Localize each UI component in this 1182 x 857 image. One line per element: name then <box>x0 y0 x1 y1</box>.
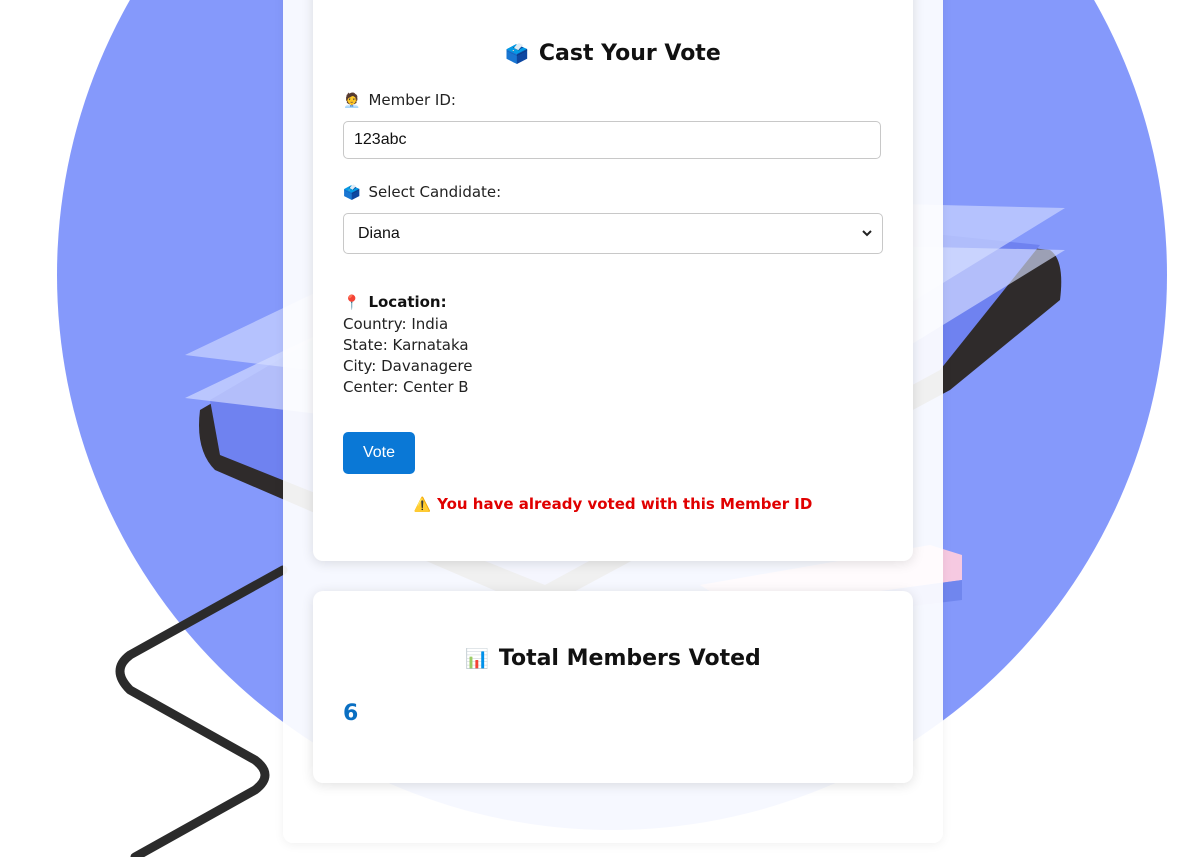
vote-card-title: 🗳️ Cast Your Vote <box>313 41 913 66</box>
total-votes-title: 📊 Total Members Voted <box>313 646 913 671</box>
member-id-label-text: Member ID: <box>368 91 456 109</box>
vote-button[interactable]: Vote <box>343 432 415 474</box>
location-country: Country: India <box>343 315 449 333</box>
candidate-select[interactable]: Diana <box>343 213 883 254</box>
pushpin-icon: 📍 <box>343 295 361 311</box>
member-id-value: 123abc <box>354 131 407 148</box>
bar-chart-icon: 📊 <box>465 648 489 670</box>
member-id-input[interactable]: 123abc <box>343 121 881 159</box>
location-block: 📍 Location: Country: India State: Karnata… <box>343 292 472 398</box>
candidate-label: 🗳️ Select Candidate: <box>343 183 501 201</box>
member-id-label: 🧑‍💼 Member ID: <box>343 91 456 109</box>
vote-title-text: Cast Your Vote <box>538 41 721 66</box>
chevron-down-icon <box>862 230 872 237</box>
location-state: State: Karnataka <box>343 336 469 354</box>
person-icon: 🧑‍💼 <box>343 93 361 109</box>
warning-text: You have already voted with this Member … <box>437 495 813 513</box>
page: 🗳️ Cast Your Vote 🧑‍💼 Member ID: 123abc 🗳️… <box>0 0 1182 857</box>
location-heading: 📍 Location: <box>343 292 472 314</box>
already-voted-warning: ⚠️ You have already voted with this Membe… <box>313 495 913 513</box>
ballot-box-icon: 🗳️ <box>505 43 529 65</box>
warning-icon: ⚠️ <box>413 497 432 513</box>
total-votes-count: 6 <box>343 701 359 726</box>
ballot-box-icon: 🗳️ <box>343 185 361 201</box>
total-votes-title-text: Total Members Voted <box>498 646 761 671</box>
location-center: Center: Center B <box>343 378 469 396</box>
location-heading-text: Location: <box>368 293 447 311</box>
candidate-label-text: Select Candidate: <box>368 183 502 201</box>
total-votes-card: 📊 Total Members Voted 6 <box>313 591 913 783</box>
vote-card: 🗳️ Cast Your Vote 🧑‍💼 Member ID: 123abc 🗳️… <box>313 0 913 561</box>
location-city: City: Davanagere <box>343 357 473 375</box>
candidate-selected-value: Diana <box>358 225 400 242</box>
